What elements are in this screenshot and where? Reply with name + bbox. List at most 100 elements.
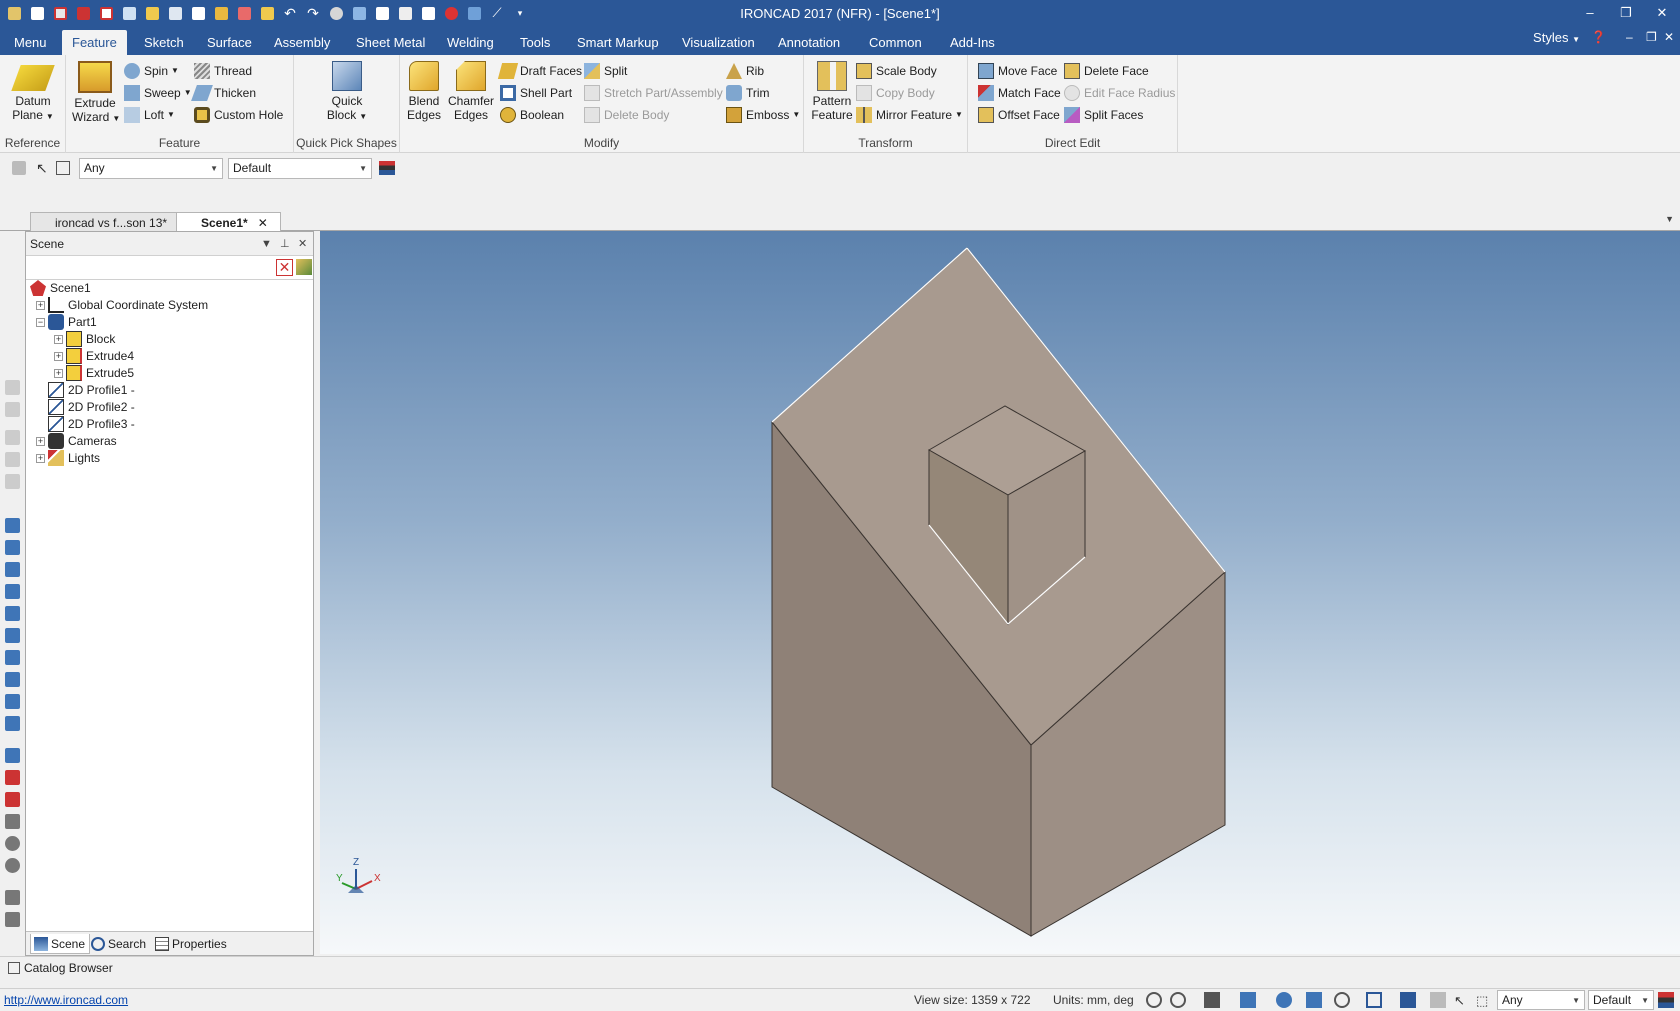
expand-icon[interactable]: + xyxy=(36,453,45,463)
custom-hole-button[interactable]: Custom Hole xyxy=(194,105,283,125)
tab-visualization[interactable]: Visualization xyxy=(672,30,765,55)
draft-faces-button[interactable]: Draft Faces xyxy=(497,61,582,81)
tab-common[interactable]: Common xyxy=(859,30,932,55)
tab-annotation[interactable]: Annotation xyxy=(768,30,850,55)
tree-item-extrude4[interactable]: + Extrude4 xyxy=(54,347,134,365)
close-tab-icon[interactable]: ✕ xyxy=(258,216,268,230)
catalog-browser-bar[interactable]: Catalog Browser xyxy=(0,956,1680,978)
ribbon-restore-icon[interactable]: ❐ xyxy=(1646,30,1657,44)
select-mode-icon[interactable]: ⬚ xyxy=(1476,993,1488,1009)
shaded-edges-icon[interactable] xyxy=(5,540,20,555)
view-orient-icon[interactable] xyxy=(1204,992,1220,1008)
zoom-fit-icon[interactable] xyxy=(1146,992,1162,1008)
split-faces-button[interactable]: Split Faces xyxy=(1064,105,1143,125)
tab-sketch[interactable]: Sketch xyxy=(134,30,194,55)
render-mode-icon[interactable] xyxy=(1306,992,1322,1008)
panel-close-icon[interactable]: ✕ xyxy=(298,232,307,256)
blend-edges-button[interactable]: Blend Edges xyxy=(406,61,442,122)
selection-icon[interactable] xyxy=(1430,992,1446,1008)
section-tool-icon[interactable] xyxy=(1400,992,1416,1008)
chamfer-edges-button[interactable]: Chamfer Edges xyxy=(446,61,496,122)
status-style-combo[interactable]: Default ▼ xyxy=(1588,990,1654,1010)
boolean-button[interactable]: Boolean xyxy=(500,105,564,125)
view-left-icon[interactable] xyxy=(5,430,20,445)
doc-list-chevron-icon[interactable]: ▼ xyxy=(1665,214,1674,224)
tree-item-part1[interactable]: − Part1 xyxy=(36,313,97,331)
ribbon-minimize-icon[interactable]: – xyxy=(1626,30,1633,44)
trimetric-view-icon[interactable] xyxy=(5,650,20,665)
hierarchy-status-icon[interactable] xyxy=(1658,992,1674,1008)
doc-tab-scene1[interactable]: Scene1* ✕ xyxy=(176,212,281,232)
tree-item-global-coordinate-system[interactable]: + Global Coordinate System xyxy=(36,296,208,314)
styles-menu[interactable]: Styles ▼ xyxy=(1533,30,1580,45)
view-back-icon[interactable] xyxy=(5,402,20,417)
tree-item-lights[interactable]: + Lights xyxy=(36,449,100,467)
selection-filter-combo[interactable]: Any ▼ xyxy=(79,158,223,179)
tab-assembly[interactable]: Assembly xyxy=(264,30,340,55)
angle-tool-icon[interactable] xyxy=(5,814,20,829)
scale-body-button[interactable]: Scale Body xyxy=(856,61,937,81)
view-front-icon[interactable] xyxy=(5,380,20,395)
shaded-icon[interactable] xyxy=(5,518,20,533)
select-filter-icon[interactable] xyxy=(56,161,70,175)
tab-scene[interactable]: Scene xyxy=(30,934,91,954)
sketch-tool-icon[interactable] xyxy=(5,890,20,905)
tab-search[interactable]: Search xyxy=(88,934,146,954)
hidden-line-icon[interactable] xyxy=(5,584,20,599)
pointer-status-icon[interactable]: ↖ xyxy=(1454,993,1465,1009)
view-top-icon[interactable] xyxy=(5,474,20,489)
tree-item-2d-profile1[interactable]: 2D Profile1 - xyxy=(36,381,135,399)
edit-face-radius-button[interactable]: Edit Face Radius xyxy=(1064,83,1175,103)
restore-button[interactable]: ❐ xyxy=(1608,0,1644,26)
scene-filter-input[interactable] xyxy=(26,258,276,277)
expand-icon[interactable]: + xyxy=(54,351,63,361)
minimize-button[interactable]: – xyxy=(1572,0,1608,26)
ruler-icon[interactable] xyxy=(5,912,20,927)
dimetric-view-icon[interactable] xyxy=(5,628,20,643)
datum-plane-button[interactable]: Datum Plane ▼ xyxy=(8,61,58,124)
offset-face-button[interactable]: Offset Face xyxy=(978,105,1060,125)
fit-view-icon[interactable] xyxy=(5,716,20,731)
thicken-button[interactable]: Thicken xyxy=(191,83,256,103)
iso-view-icon[interactable] xyxy=(5,606,20,621)
perspective-icon[interactable] xyxy=(5,694,20,709)
tree-item-cameras[interactable]: + Cameras xyxy=(36,432,117,450)
expand-icon[interactable]: + xyxy=(36,436,45,446)
view-right-icon[interactable] xyxy=(5,452,20,467)
style-combo[interactable]: Default ▼ xyxy=(228,158,372,179)
stretch-part-button[interactable]: Stretch Part/Assembly xyxy=(584,83,723,103)
loft-button[interactable]: Loft ▼ xyxy=(124,105,175,125)
delete-face-button[interactable]: Delete Face xyxy=(1064,61,1149,81)
move-face-button[interactable]: Move Face xyxy=(978,61,1057,81)
spin-button[interactable]: Spin ▼ xyxy=(124,61,179,81)
collapse-icon[interactable]: − xyxy=(36,317,45,327)
ironcad-link[interactable]: http://www.ironcad.com xyxy=(4,993,128,1007)
tree-item-scene1[interactable]: Scene1 xyxy=(30,279,91,297)
extrude-wizard-button[interactable]: Extrude Wizard ▼ xyxy=(72,61,120,126)
rotate-tool-icon[interactable] xyxy=(5,836,20,851)
ribbon-close-icon[interactable]: ✕ xyxy=(1664,30,1674,44)
pointer-icon[interactable]: ↖ xyxy=(36,160,48,177)
shell-part-button[interactable]: Shell Part xyxy=(500,83,572,103)
match-face-button[interactable]: Match Face xyxy=(978,83,1061,103)
3d-viewport[interactable]: Z X Y xyxy=(320,231,1680,954)
visibility-icon[interactable] xyxy=(5,770,20,785)
copy-body-button[interactable]: Copy Body xyxy=(856,83,935,103)
tree-item-extrude5[interactable]: + Extrude5 xyxy=(54,364,134,382)
tab-tools[interactable]: Tools xyxy=(510,30,560,55)
wireframe-icon[interactable] xyxy=(5,562,20,577)
rib-button[interactable]: Rib xyxy=(726,61,764,81)
camera-tool-icon[interactable] xyxy=(1334,992,1350,1008)
doc-tab-ironcad-vs[interactable]: ironcad vs f...son 13* xyxy=(30,212,181,232)
close-button[interactable]: ✕ xyxy=(1644,0,1680,26)
tree-item-block[interactable]: + Block xyxy=(54,330,115,348)
pin-icon[interactable]: ⊥ xyxy=(280,232,290,256)
tree-item-2d-profile3[interactable]: 2D Profile3 - xyxy=(36,415,135,433)
tab-properties[interactable]: Properties xyxy=(152,934,227,954)
split-button[interactable]: Split xyxy=(584,61,627,81)
frame-view-icon[interactable] xyxy=(1366,992,1382,1008)
no-entry-icon[interactable] xyxy=(5,858,20,873)
zoom-icon[interactable] xyxy=(1170,992,1186,1008)
tab-smart-markup[interactable]: Smart Markup xyxy=(567,30,669,55)
quick-block-button[interactable]: Quick Block ▼ xyxy=(322,61,372,124)
